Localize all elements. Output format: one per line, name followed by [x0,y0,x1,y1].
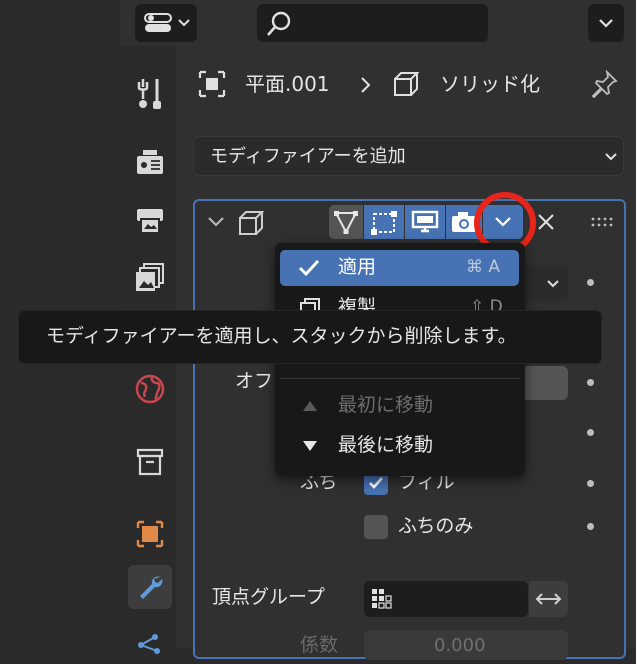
offset-label: オフ [235,370,274,392]
menu-item-move-last-label: 最後に移動 [338,434,434,456]
world-icon [134,373,166,405]
solidify-cube-icon [392,70,420,98]
breadcrumb-separator-icon [360,76,372,94]
solidify-cube-icon [237,209,265,237]
checkmark-icon [298,259,320,277]
menu-item-move-last[interactable]: 最後に移動 [280,428,519,464]
tab-render[interactable] [128,141,172,185]
render-icon [134,148,166,178]
triangle-down-icon [302,440,318,452]
chevron-down-icon [177,17,191,29]
panel-collapse-chevron-icon[interactable] [206,214,226,230]
animate-dot[interactable] [587,523,594,530]
edit-cage-toggle[interactable] [364,205,404,239]
vertex-group-label: 頂点グループ [212,586,325,608]
breadcrumb: 平面.001 ソリッド化 [196,64,618,104]
tab-object[interactable] [128,512,172,556]
animate-dot[interactable] [587,279,594,286]
particles-icon [135,627,165,657]
checkmark-icon [367,474,385,492]
menu-separator [280,378,520,379]
breadcrumb-object: 平面.001 [245,72,330,96]
invert-vertex-group-button[interactable] [529,581,568,617]
menu-item-move-first: 最初に移動 [280,388,519,424]
breadcrumb-modifier: ソリッド化 [440,72,540,96]
tab-collection[interactable] [128,440,172,484]
animate-dot[interactable] [587,379,594,386]
add-modifier-label: モディファイアーを追加 [210,146,406,167]
edit-mode-icon [332,208,360,236]
animate-dot[interactable] [587,480,594,487]
rim-only-label: ふちのみ [398,515,474,537]
editor-type-button[interactable] [135,4,197,42]
plane-icon [198,70,226,98]
factor-value: 0.000 [434,635,486,656]
animate-dot[interactable] [587,429,594,436]
pin-icon[interactable] [590,70,618,98]
chevron-down-icon [604,151,618,163]
header-collapse-button[interactable] [588,4,624,42]
object-icon [135,519,165,549]
search-icon [265,10,293,38]
rim-only-checkbox[interactable] [364,515,388,539]
factor-field[interactable]: 0.000 [364,630,568,660]
menu-item-apply-shortcut: ⌘ A [466,257,501,277]
add-modifier-dropdown[interactable]: モディファイアーを追加 [193,136,624,176]
edit-mode-toggle[interactable] [329,205,363,239]
modifier-wrench-icon [135,572,165,602]
tab-modifiers[interactable] [128,565,172,609]
drag-handle-icon[interactable] [590,216,614,228]
viewport-display-toggle[interactable] [405,205,445,239]
tool-icon [135,77,165,111]
menu-item-move-first-label: 最初に移動 [338,394,434,416]
search-field[interactable] [257,4,488,42]
tooltip: モディファイアーを適用し、スタックから削除します。 [18,310,602,364]
collection-icon [135,447,165,477]
swap-arrows-icon [534,591,563,607]
chevron-down-icon [546,278,560,290]
tab-tool[interactable] [128,72,172,116]
menu-item-apply[interactable]: 適用 ⌘ A [280,250,519,286]
triangle-up-icon [302,400,318,412]
close-icon[interactable] [536,212,556,232]
tab-particles[interactable] [128,620,172,664]
view-layer-icon [134,261,166,293]
realtime-monitor-icon [411,209,439,235]
factor-label: 係数 [300,634,339,656]
vertex-group-field[interactable] [364,581,528,617]
tooltip-text: モディファイアーを適用し、スタックから削除します。 [46,325,517,347]
collapse-icon [597,16,615,30]
tab-view-layer[interactable] [128,255,172,299]
tab-output[interactable] [128,198,172,242]
editmode-cage-icon [369,208,399,236]
group-icon [371,588,393,610]
output-icon [134,205,166,235]
editor-type-icon [143,11,173,35]
tab-world[interactable] [128,367,172,411]
menu-item-apply-label: 適用 [338,256,377,278]
